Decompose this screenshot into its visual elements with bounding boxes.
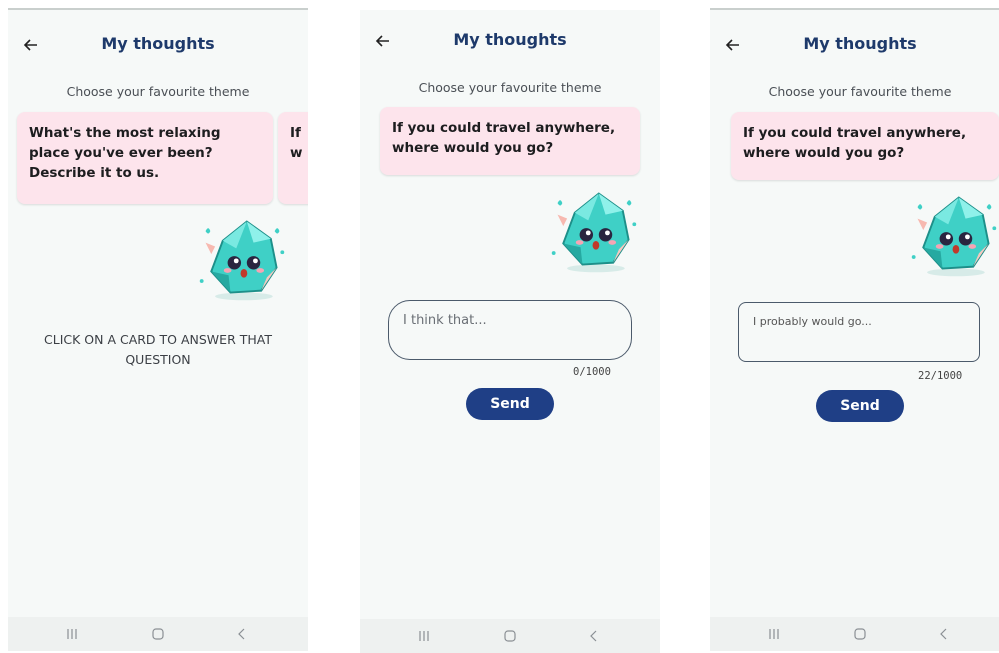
character-counter: 22/1000 xyxy=(918,370,963,382)
home-icon[interactable] xyxy=(852,626,868,642)
question-card-peek-text: If w xyxy=(290,125,303,161)
back-nav-icon[interactable] xyxy=(936,626,952,642)
phone-screen-answer-empty: My thoughts Choose your favourite theme … xyxy=(360,10,660,653)
phone-screen-card-list: My thoughts Choose your favourite theme … xyxy=(8,8,308,651)
recents-icon[interactable] xyxy=(766,626,782,642)
page-title: My thoughts xyxy=(453,30,567,49)
home-icon[interactable] xyxy=(150,626,166,642)
send-button[interactable]: Send xyxy=(816,390,904,422)
crystal-mascot-icon xyxy=(546,182,642,278)
theme-subtitle: Choose your favourite theme xyxy=(66,84,250,99)
crystal-mascot-icon xyxy=(906,186,999,282)
question-card-text: If you could travel anywhere, where woul… xyxy=(743,125,967,161)
answer-value: I probably would go... xyxy=(753,315,872,328)
character-counter: 0/1000 xyxy=(573,366,611,378)
back-nav-icon[interactable] xyxy=(234,626,250,642)
recents-icon[interactable] xyxy=(64,626,80,642)
answer-placeholder: I think that... xyxy=(403,313,487,328)
phone-screen-answer-typed: My thoughts Choose your favourite theme … xyxy=(710,8,999,651)
selected-question-card: If you could travel anywhere, where woul… xyxy=(380,107,640,175)
theme-subtitle: Choose your favourite theme xyxy=(418,80,602,95)
question-card-text: What's the most relaxing place you've ev… xyxy=(29,125,221,181)
page-title: My thoughts xyxy=(101,34,215,53)
theme-subtitle: Choose your favourite theme xyxy=(768,84,952,99)
system-nav-bar xyxy=(710,617,999,651)
app-bar: My thoughts xyxy=(8,32,308,62)
question-card-text: If you could travel anywhere, where woul… xyxy=(392,120,616,156)
question-card[interactable]: What's the most relaxing place you've ev… xyxy=(17,112,273,204)
question-card-peek[interactable]: If w xyxy=(278,112,308,204)
page-title: My thoughts xyxy=(803,34,917,53)
answer-input[interactable]: I probably would go... xyxy=(738,302,980,362)
selected-question-card: If you could travel anywhere, where woul… xyxy=(731,112,999,180)
back-nav-icon[interactable] xyxy=(586,628,602,644)
answer-input[interactable]: I think that... xyxy=(388,300,632,360)
home-icon[interactable] xyxy=(502,628,518,644)
system-nav-bar xyxy=(8,617,308,651)
crystal-mascot-icon xyxy=(194,210,290,306)
app-bar: My thoughts xyxy=(360,28,660,58)
send-button[interactable]: Send xyxy=(466,388,554,420)
instruction-text: CLICK ON A CARD TO ANSWER THAT QUESTION xyxy=(44,332,272,367)
system-nav-bar xyxy=(360,619,660,653)
recents-icon[interactable] xyxy=(416,628,432,644)
app-bar: My thoughts xyxy=(710,32,999,62)
